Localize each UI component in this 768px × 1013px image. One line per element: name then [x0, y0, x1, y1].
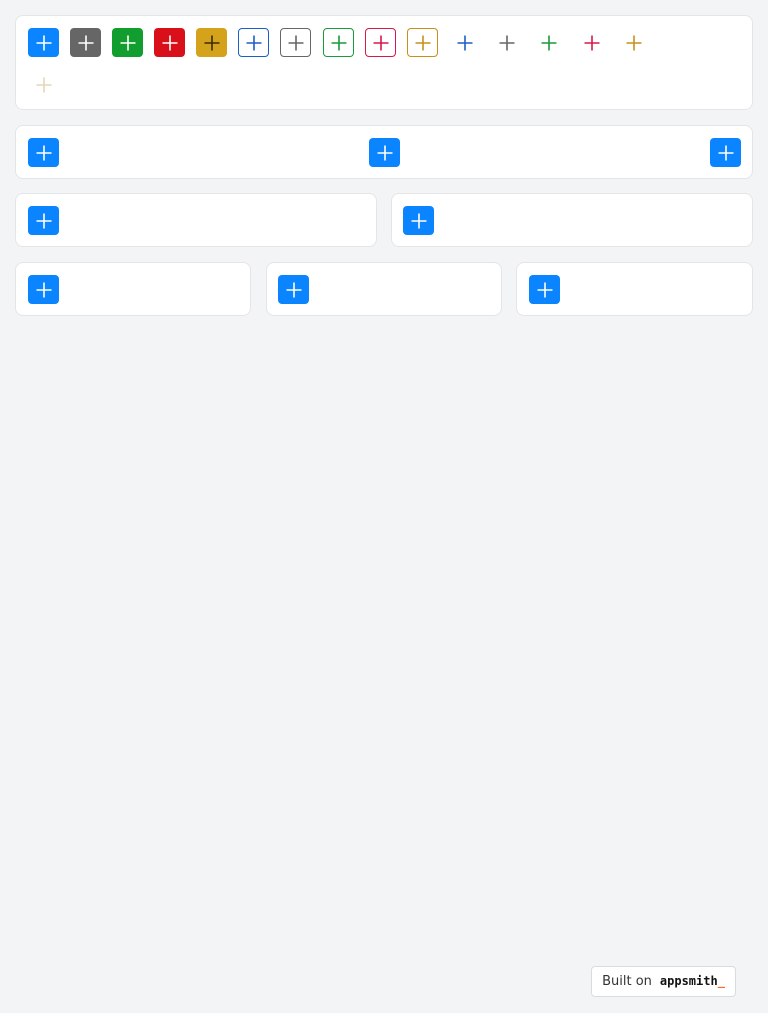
- plus-icon: [415, 35, 430, 50]
- plus-icon: [36, 145, 51, 160]
- plus-icon: [246, 35, 261, 50]
- add-button[interactable]: [28, 275, 59, 304]
- plus-icon: [36, 77, 51, 92]
- add-button[interactable]: [403, 206, 434, 235]
- add-button-outline-green[interactable]: [323, 28, 354, 57]
- add-button-outline-yellow[interactable]: [407, 28, 438, 57]
- plus-icon: [331, 35, 346, 50]
- plus-icon: [499, 35, 514, 50]
- add-button-ghost-green[interactable]: [533, 28, 564, 57]
- third-card-1: [15, 262, 251, 316]
- plus-icon: [36, 213, 51, 228]
- add-button-ghost-yellow[interactable]: [618, 28, 649, 57]
- plus-icon: [584, 35, 599, 50]
- add-button-align-center[interactable]: [369, 138, 400, 167]
- plus-icon: [373, 35, 388, 50]
- plus-icon: [36, 282, 51, 297]
- plus-icon: [377, 145, 392, 160]
- add-button-solid-yellow[interactable]: [196, 28, 227, 57]
- built-on-appsmith-badge[interactable]: Built on appsmith_: [591, 966, 736, 997]
- add-button[interactable]: [28, 206, 59, 235]
- add-button-align-left[interactable]: [28, 138, 59, 167]
- plus-icon: [288, 35, 303, 50]
- button-variants-card: [15, 15, 753, 110]
- add-button-solid-gray[interactable]: [70, 28, 101, 57]
- add-button-outline-red[interactable]: [365, 28, 396, 57]
- plus-icon: [537, 282, 552, 297]
- plus-icon: [120, 35, 135, 50]
- plus-icon: [78, 35, 93, 50]
- built-on-label: Built on: [602, 974, 652, 989]
- add-button-outline-gray[interactable]: [280, 28, 311, 57]
- add-button-ghost-red[interactable]: [576, 28, 607, 57]
- brand-cursor: _: [717, 974, 725, 988]
- brand-name: appsmith: [659, 974, 718, 988]
- plus-icon: [541, 35, 556, 50]
- add-button-ghost-gray[interactable]: [491, 28, 522, 57]
- add-button-outline-blue[interactable]: [238, 28, 269, 57]
- alignment-card-full: [15, 125, 753, 179]
- third-card-3: [516, 262, 753, 316]
- add-button-disabled[interactable]: [28, 70, 59, 99]
- add-button[interactable]: [278, 275, 309, 304]
- plus-icon: [718, 145, 733, 160]
- add-button-solid-red[interactable]: [154, 28, 185, 57]
- add-button-solid-blue[interactable]: [28, 28, 59, 57]
- add-button-align-right[interactable]: [710, 138, 741, 167]
- half-card-right: [391, 193, 753, 247]
- plus-icon: [204, 35, 219, 50]
- add-button[interactable]: [529, 275, 560, 304]
- add-button-ghost-blue[interactable]: [449, 28, 480, 57]
- third-card-2: [266, 262, 502, 316]
- add-button-solid-green[interactable]: [112, 28, 143, 57]
- plus-icon: [457, 35, 472, 50]
- plus-icon: [286, 282, 301, 297]
- plus-icon: [36, 35, 51, 50]
- half-card-left: [15, 193, 377, 247]
- plus-icon: [162, 35, 177, 50]
- plus-icon: [411, 213, 426, 228]
- appsmith-logo-text: appsmith_: [660, 974, 725, 989]
- plus-icon: [626, 35, 641, 50]
